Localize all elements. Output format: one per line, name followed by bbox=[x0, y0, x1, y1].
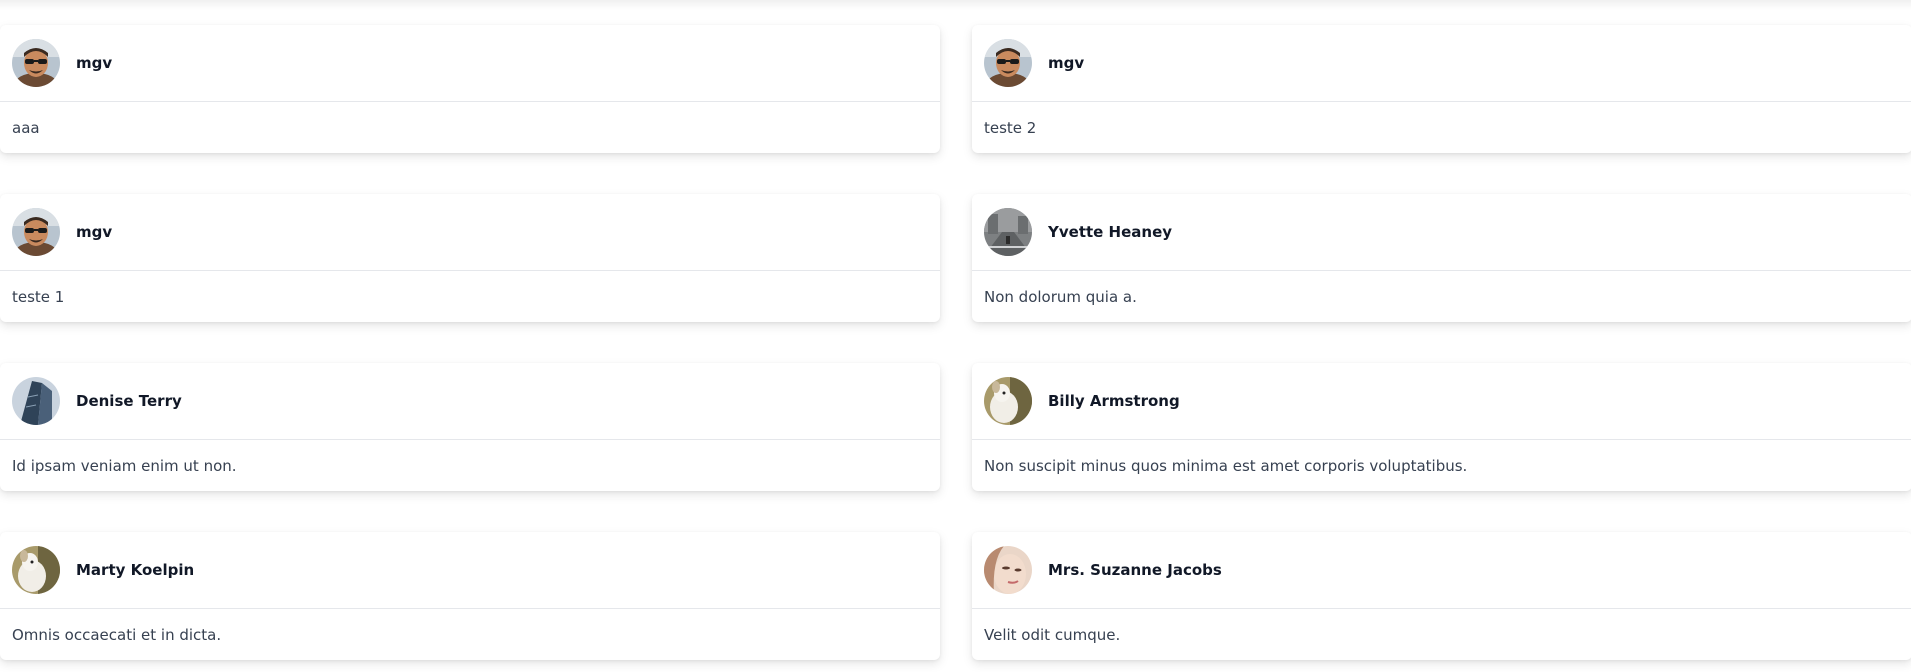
post-card: mgv aaa bbox=[0, 25, 940, 153]
post-header: Marty Koelpin bbox=[0, 532, 940, 609]
post-card: mgv teste 2 bbox=[972, 25, 1911, 153]
post-author[interactable]: Yvette Heaney bbox=[1048, 223, 1172, 241]
post-author[interactable]: Marty Koelpin bbox=[76, 561, 194, 579]
post-card: Yvette Heaney Non dolorum quia a. bbox=[972, 194, 1911, 322]
post-header: mgv bbox=[972, 25, 1911, 102]
post-content: Non dolorum quia a. bbox=[984, 287, 1137, 306]
dog-avatar-icon[interactable] bbox=[984, 377, 1032, 425]
post-card: Billy Armstrong Non suscipit minus quos … bbox=[972, 363, 1911, 491]
post-author[interactable]: Billy Armstrong bbox=[1048, 392, 1180, 410]
posts-grid: mgv aaa mgv teste 2 mgv teste 1 Yvette H… bbox=[0, 25, 1911, 660]
post-card: mgv teste 1 bbox=[0, 194, 940, 322]
post-content: Id ipsam veniam enim ut non. bbox=[12, 456, 237, 475]
post-author[interactable]: Mrs. Suzanne Jacobs bbox=[1048, 561, 1222, 579]
post-header: Mrs. Suzanne Jacobs bbox=[972, 532, 1911, 609]
post-header: mgv bbox=[0, 194, 940, 271]
street-photo-avatar-icon[interactable] bbox=[984, 208, 1032, 256]
post-card: Marty Koelpin Omnis occaecati et in dict… bbox=[0, 532, 940, 660]
post-header: Yvette Heaney bbox=[972, 194, 1911, 271]
post-author[interactable]: mgv bbox=[1048, 54, 1084, 72]
man-sunglasses-avatar-icon[interactable] bbox=[12, 208, 60, 256]
post-content: Velit odit cumque. bbox=[984, 625, 1121, 644]
man-sunglasses-avatar-icon[interactable] bbox=[984, 39, 1032, 87]
post-header: Billy Armstrong bbox=[972, 363, 1911, 440]
post-author[interactable]: mgv bbox=[76, 54, 112, 72]
post-header: Denise Terry bbox=[0, 363, 940, 440]
post-content: Non suscipit minus quos minima est amet … bbox=[984, 456, 1468, 475]
post-content: aaa bbox=[12, 118, 40, 137]
post-header: mgv bbox=[0, 25, 940, 102]
post-content: Omnis occaecati et in dicta. bbox=[12, 625, 222, 644]
dog-avatar-icon[interactable] bbox=[12, 546, 60, 594]
skyscraper-avatar-icon[interactable] bbox=[12, 377, 60, 425]
post-content: teste 1 bbox=[12, 287, 65, 306]
post-card: Mrs. Suzanne Jacobs Velit odit cumque. bbox=[972, 532, 1911, 660]
header-shadow bbox=[0, 0, 1911, 10]
man-sunglasses-avatar-icon[interactable] bbox=[12, 39, 60, 87]
post-card: Denise Terry Id ipsam veniam enim ut non… bbox=[0, 363, 940, 491]
post-content: teste 2 bbox=[984, 118, 1037, 137]
post-author[interactable]: Denise Terry bbox=[76, 392, 182, 410]
woman-face-avatar-icon[interactable] bbox=[984, 546, 1032, 594]
post-author[interactable]: mgv bbox=[76, 223, 112, 241]
